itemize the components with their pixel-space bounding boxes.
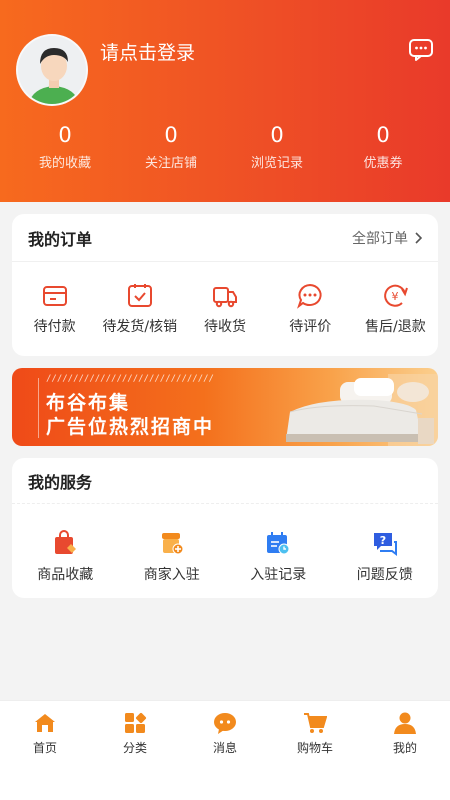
tab-cart[interactable]: 购物车: [270, 701, 360, 800]
question-chat-icon: ?: [373, 533, 397, 556]
tab-label: 我的: [392, 741, 417, 755]
services-row: 商品收藏 商家入驻 入驻记录 ? 问题反馈: [12, 504, 438, 584]
message-icon: [214, 713, 236, 734]
avatar-person-icon: [18, 36, 86, 104]
stat-label: 关注店铺: [144, 156, 197, 171]
cart-icon: [304, 713, 327, 733]
order-item-label: 售后/退款: [365, 319, 426, 335]
tab-label: 分类: [122, 741, 147, 755]
order-item-label: 待发货/核销: [102, 319, 178, 335]
stat-favorites[interactable]: 0 我的收藏: [12, 120, 118, 171]
stat-value: 0: [58, 123, 72, 147]
order-item-label: 待评价: [289, 319, 332, 335]
service-label: 入驻记录: [250, 567, 307, 583]
svg-text:¥: ¥: [392, 290, 399, 303]
orders-header: 我的订单 全部订单: [12, 214, 438, 262]
order-pending-shipment[interactable]: 待发货/核销: [97, 282, 182, 336]
order-item-label: 待付款: [33, 319, 76, 335]
stat-value: 0: [376, 123, 390, 147]
avatar[interactable]: [16, 34, 88, 106]
order-item-label: 待收货: [204, 319, 246, 335]
refund-icon: ¥: [384, 284, 409, 307]
tab-label: 首页: [32, 741, 57, 755]
stat-label: 浏览记录: [250, 156, 303, 171]
banner-title: 布谷布集: [46, 392, 131, 414]
truck-icon: [213, 287, 237, 308]
tab-mine[interactable]: 我的: [360, 701, 450, 800]
promo-banner[interactable]: /////////////////////////////// 布谷布集 广告位…: [12, 368, 438, 446]
box-check-icon: [127, 284, 152, 307]
service-label: 商品收藏: [37, 567, 94, 583]
orders-card: 我的订单 全部订单 待付款 待发货/核销 待收货 待评价 ¥ 售后/退款: [12, 214, 438, 356]
calendar-icon: [267, 532, 290, 555]
bed-image: [286, 374, 438, 446]
services-card: 我的服务 商品收藏 商家入驻 入驻记录 ? 问题反馈: [12, 458, 438, 598]
store-add-icon: [161, 533, 184, 555]
stat-coupons[interactable]: 0 优惠券: [330, 120, 436, 171]
services-header: 我的服务: [12, 458, 438, 504]
order-pending-payment[interactable]: 待付款: [12, 282, 97, 336]
svg-text:?: ?: [380, 534, 386, 547]
tab-label: 消息: [212, 741, 237, 755]
login-prompt[interactable]: 请点击登录: [100, 38, 195, 65]
home-icon: [35, 714, 55, 732]
tab-home[interactable]: 首页: [0, 701, 90, 800]
stats-row: 0 我的收藏 0 关注店铺 0 浏览记录 0 优惠券: [0, 120, 450, 171]
chevron-right-icon: [415, 231, 422, 244]
orders-title: 我的订单: [28, 229, 93, 249]
stat-value: 0: [270, 123, 284, 147]
tab-messages[interactable]: 消息: [180, 701, 270, 800]
banner-divider: [38, 378, 39, 438]
stat-label: 优惠券: [363, 156, 403, 171]
stat-followed-shops[interactable]: 0 关注店铺: [118, 120, 224, 171]
all-orders-link[interactable]: 全部订单: [352, 228, 422, 248]
order-after-sales[interactable]: ¥ 售后/退款: [353, 282, 438, 336]
banner-subtitle: 广告位热烈招商中: [46, 416, 215, 438]
service-feedback[interactable]: ? 问题反馈: [332, 530, 439, 584]
order-pending-review[interactable]: 待评价: [268, 282, 353, 336]
services-title: 我的服务: [28, 472, 93, 492]
user-icon: [394, 712, 416, 734]
order-pending-receipt[interactable]: 待收货: [182, 282, 267, 336]
tab-category[interactable]: 分类: [90, 701, 180, 800]
banner-decoration: ///////////////////////////////: [46, 374, 214, 384]
service-merchant-join[interactable]: 商家入驻: [119, 530, 226, 584]
service-label: 商家入驻: [143, 567, 200, 583]
wallet-icon: [42, 286, 67, 306]
service-join-records[interactable]: 入驻记录: [225, 530, 332, 584]
bag-icon: [55, 530, 77, 554]
service-favorites[interactable]: 商品收藏: [12, 530, 119, 584]
stat-value: 0: [164, 123, 178, 147]
tab-label: 购物车: [296, 741, 333, 755]
all-orders-label: 全部订单: [352, 230, 408, 247]
profile-header: 请点击登录 0 我的收藏 0 关注店铺 0 浏览记录 0 优惠券: [0, 0, 450, 202]
bottom-tab-bar: 首页 分类 消息 购物车 我的: [0, 700, 450, 800]
order-status-row: 待付款 待发货/核销 待收货 待评价 ¥ 售后/退款: [12, 262, 438, 336]
service-label: 问题反馈: [356, 567, 413, 583]
stat-label: 我的收藏: [38, 156, 91, 171]
comment-icon: [297, 283, 322, 309]
stat-browse-history[interactable]: 0 浏览记录: [224, 120, 330, 171]
category-icon: [125, 712, 147, 733]
chat-bubble-icon[interactable]: [408, 38, 434, 62]
